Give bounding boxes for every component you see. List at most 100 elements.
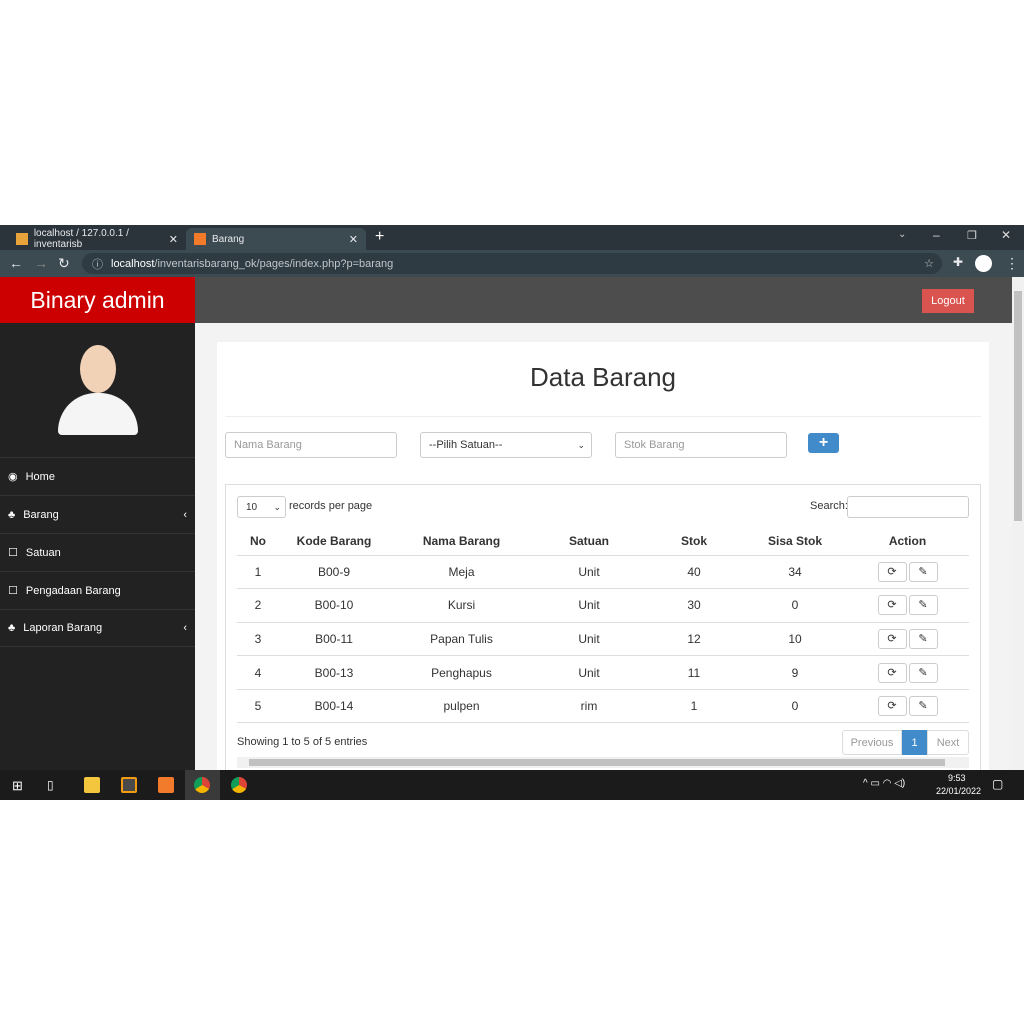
refresh-icon: ⟳: [887, 700, 897, 713]
table-cell: 30: [644, 588, 744, 623]
refresh-button[interactable]: ⟳: [877, 561, 907, 582]
menu-label: Laporan Barang: [23, 622, 103, 634]
chevron-left-icon: ‹: [183, 508, 187, 521]
table-cell: 1: [644, 689, 744, 724]
forward-icon[interactable]: →: [34, 255, 48, 271]
back-icon[interactable]: ←: [9, 255, 23, 271]
search-label: Search:: [810, 500, 848, 512]
table-cell: rim: [534, 689, 644, 724]
table-cell: Kursi: [389, 588, 534, 623]
xampp-icon[interactable]: [158, 777, 174, 793]
tab-label: localhost / 127.0.0.1 / inventarisb: [33, 228, 129, 250]
brand-logo[interactable]: Binary admin: [0, 277, 195, 323]
nama-barang-input[interactable]: Nama Barang: [225, 432, 397, 458]
refresh-button[interactable]: ⟳: [877, 595, 907, 616]
close-tab-icon[interactable]: ✕: [169, 233, 178, 246]
refresh-icon: ⟳: [887, 632, 897, 645]
user-avatar: [58, 345, 138, 435]
browser-tab-bar: localhost / 127.0.0.1 / inventarisb ✕ Ba…: [0, 225, 1024, 250]
tab-search-icon[interactable]: ⌄: [898, 229, 906, 240]
stok-barang-input[interactable]: Stok Barang: [615, 432, 787, 458]
column-header[interactable]: Sisa Stok: [744, 528, 846, 556]
previous-page-button[interactable]: Previous: [842, 730, 902, 755]
chevron-down-icon: ⌄: [273, 501, 281, 512]
table-cell: 12: [644, 622, 744, 657]
windows-start-icon[interactable]: ⊞: [12, 778, 23, 794]
notification-icon[interactable]: ▢: [992, 777, 1003, 791]
refresh-button[interactable]: ⟳: [877, 662, 907, 683]
table-cell: B00-10: [279, 588, 389, 623]
close-window-icon[interactable]: ✕: [1001, 228, 1011, 242]
select-value: --Pilih Satuan--: [429, 439, 503, 451]
clock-time[interactable]: 9:53: [948, 773, 966, 783]
browser-tab-active[interactable]: Barang ✕: [186, 228, 366, 250]
url-input[interactable]: ⓘ localhost/inventarisbarang_ok/pages/in…: [82, 253, 942, 274]
logout-button[interactable]: Logout: [922, 289, 974, 313]
next-page-button[interactable]: Next: [927, 730, 969, 755]
menu-label: Home: [25, 470, 55, 483]
profile-avatar-icon[interactable]: [975, 255, 992, 272]
restore-icon[interactable]: ❐: [967, 229, 977, 242]
satuan-select[interactable]: --Pilih Satuan-- ⌄: [420, 432, 592, 458]
action-cell: ⟳ ✎: [846, 622, 969, 657]
column-header[interactable]: Satuan: [534, 528, 644, 556]
column-header[interactable]: Kode Barang: [279, 528, 389, 556]
sidebar-item-satuan[interactable]: ☐ Satuan: [0, 533, 195, 571]
bookmark-star-icon[interactable]: ☆: [924, 257, 934, 270]
close-tab-icon[interactable]: ✕: [349, 233, 358, 246]
reload-icon[interactable]: ↻: [58, 255, 70, 272]
edit-button[interactable]: ✎: [908, 696, 938, 717]
column-header[interactable]: No: [237, 528, 279, 556]
new-tab-icon[interactable]: +: [375, 228, 384, 246]
table-cell: 2: [237, 588, 279, 623]
refresh-button[interactable]: ⟳: [877, 628, 907, 649]
tray-icons[interactable]: ^ ▭ ◠ ◁): [863, 778, 905, 789]
menu-label: Satuan: [25, 546, 61, 559]
edit-button[interactable]: ✎: [908, 662, 938, 683]
browser-tab[interactable]: localhost / 127.0.0.1 / inventarisb ✕: [8, 228, 186, 250]
page-scrollbar[interactable]: [1012, 277, 1024, 770]
action-cell: ⟳ ✎: [846, 588, 969, 623]
column-header[interactable]: Action: [846, 528, 969, 556]
select-value: 10: [246, 501, 258, 513]
square-icon: ☐: [8, 547, 18, 559]
table-cell: 1: [237, 555, 279, 590]
table-cell: B00-13: [279, 655, 389, 690]
edit-button[interactable]: ✎: [908, 628, 938, 649]
sidebar-item-laporan[interactable]: ♣ Laporan Barang ‹: [0, 609, 195, 647]
clock-date[interactable]: 22/01/2022: [936, 786, 981, 796]
data-table: No Kode Barang Nama Barang Satuan Stok Sisa S…: [237, 528, 969, 724]
search-input[interactable]: [847, 496, 969, 518]
minimize-icon[interactable]: –: [933, 228, 940, 242]
table-cell: 40: [644, 555, 744, 590]
per-page-select[interactable]: 10 ⌄: [237, 496, 286, 518]
table-horizontal-scrollbar[interactable]: [237, 757, 969, 768]
task-view-icon[interactable]: ▯: [47, 778, 54, 792]
table-cell: 4: [237, 655, 279, 690]
edit-button[interactable]: ✎: [908, 595, 938, 616]
add-button[interactable]: +: [808, 433, 839, 453]
table-cell: Unit: [534, 555, 644, 590]
column-header[interactable]: Nama Barang: [389, 528, 534, 556]
sublime-text-icon[interactable]: [121, 777, 137, 793]
table-row: 4 B00-13 Penghapus Unit 11 9 ⟳ ✎: [237, 655, 969, 690]
edit-button[interactable]: ✎: [908, 561, 938, 582]
file-explorer-icon[interactable]: [84, 777, 100, 793]
browser-menu-icon[interactable]: ⋮: [1005, 255, 1019, 272]
page-1-button[interactable]: 1: [902, 730, 927, 755]
table-cell: B00-9: [279, 555, 389, 590]
dashboard-icon: ◉: [8, 471, 18, 483]
sidebar-item-pengadaan[interactable]: ☐ Pengadaan Barang: [0, 571, 195, 609]
edit-icon: ✎: [918, 666, 928, 679]
table-row: 5 B00-14 pulpen rim 1 0 ⟳ ✎: [237, 689, 969, 724]
extensions-icon[interactable]: ✚: [953, 255, 963, 269]
table-row: 2 B00-10 Kursi Unit 30 0 ⟳ ✎: [237, 588, 969, 623]
edit-icon: ✎: [918, 700, 928, 713]
chrome-profile-icon[interactable]: [231, 777, 247, 793]
sidebar-item-barang[interactable]: ♣ Barang ‹: [0, 495, 195, 533]
column-header[interactable]: Stok: [644, 528, 744, 556]
table-cell: 5: [237, 689, 279, 724]
refresh-button[interactable]: ⟳: [877, 696, 907, 717]
chrome-icon[interactable]: [194, 777, 210, 793]
sidebar-item-home[interactable]: ◉ Home: [0, 457, 195, 495]
